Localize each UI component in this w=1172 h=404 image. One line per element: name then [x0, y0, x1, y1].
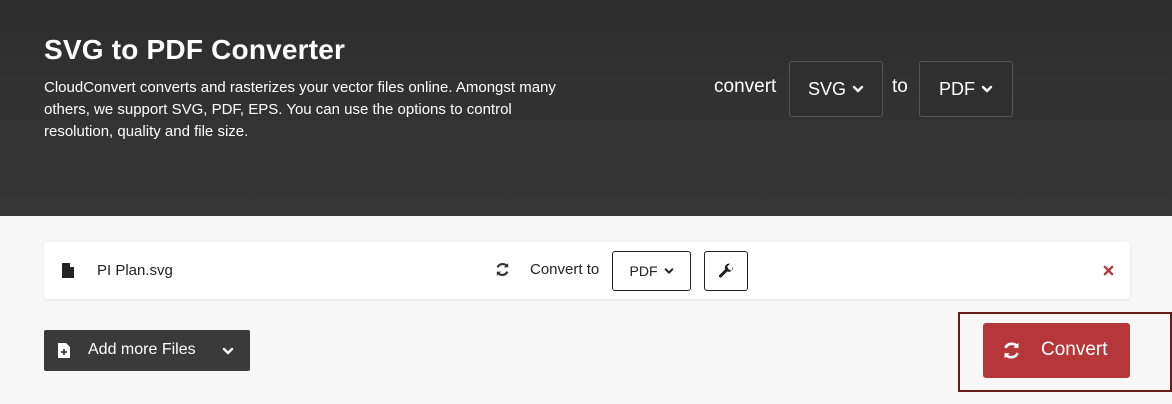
to-format-label: PDF	[939, 78, 975, 99]
remove-file-button[interactable]	[1100, 262, 1116, 278]
file-row: PI Plan.svg Convert to PDF	[44, 242, 1130, 299]
convert-word: convert	[714, 76, 777, 97]
refresh-icon	[1004, 342, 1019, 359]
close-icon	[1103, 265, 1113, 275]
page-title: SVG to PDF Converter	[44, 34, 346, 65]
target-format-select[interactable]: PDF	[612, 251, 691, 291]
add-more-files-label: Add more Files	[88, 341, 196, 358]
to-format-dropdown[interactable]: PDF	[919, 61, 1013, 117]
chevron-down-icon	[852, 85, 864, 93]
convert-to-label: Convert to	[530, 261, 600, 278]
convert-button-label: Convert	[1041, 339, 1108, 360]
to-word: to	[892, 76, 908, 97]
file-icon	[62, 263, 74, 278]
chevron-down-icon	[222, 347, 234, 355]
add-more-files-button[interactable]: Add more Files	[44, 330, 250, 371]
options-button[interactable]	[704, 251, 748, 291]
file-plus-icon	[58, 343, 70, 358]
target-format-label: PDF	[629, 263, 658, 279]
hero-banner: SVG to PDF Converter CloudConvert conver…	[0, 0, 1172, 216]
page-description: CloudConvert converts and rasterizes you…	[44, 79, 556, 140]
chevron-down-icon	[664, 268, 673, 274]
refresh-icon	[496, 263, 509, 276]
file-name: PI Plan.svg	[97, 262, 173, 279]
from-format-label: SVG	[807, 78, 846, 99]
chevron-down-icon	[981, 85, 993, 93]
wrench-icon	[718, 263, 733, 278]
convert-button[interactable]: Convert	[983, 323, 1130, 378]
from-format-dropdown[interactable]: SVG	[789, 61, 883, 117]
